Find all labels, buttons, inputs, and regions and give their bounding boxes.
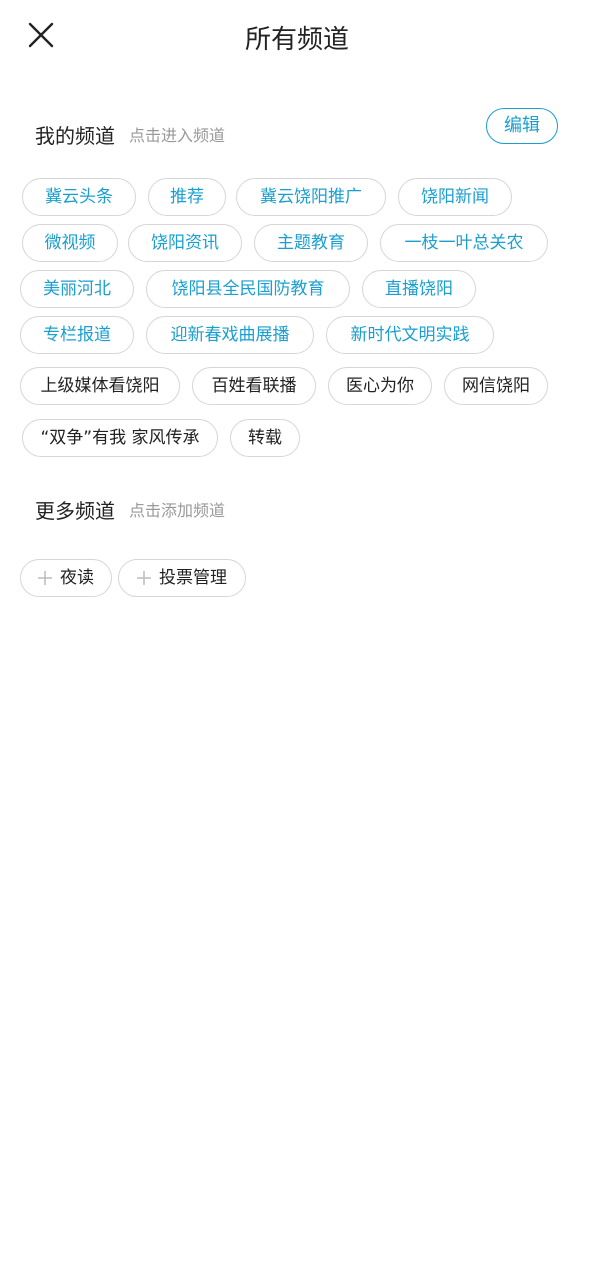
channel-chip[interactable]: 冀云头条 bbox=[22, 178, 136, 216]
channel-chip[interactable]: 直播饶阳 bbox=[362, 270, 476, 308]
add-channel-label: 投票管理 bbox=[159, 568, 227, 588]
my-channels-header: 我的频道 点击进入频道 bbox=[35, 114, 225, 154]
add-channel-chip[interactable]: 投票管理 bbox=[118, 559, 246, 597]
channel-chip[interactable]: 医心为你 bbox=[328, 367, 432, 405]
channel-chip[interactable]: 推荐 bbox=[148, 178, 226, 216]
channel-chip[interactable]: 转载 bbox=[230, 419, 300, 457]
channel-chip[interactable]: 美丽河北 bbox=[20, 270, 134, 308]
header-bar: 所有频道 bbox=[0, 0, 594, 80]
more-channels-hint: 点击添加频道 bbox=[129, 501, 226, 520]
channel-chip[interactable]: 网信饶阳 bbox=[444, 367, 548, 405]
my-channels-hint: 点击进入频道 bbox=[129, 126, 226, 145]
channel-chip[interactable]: 饶阳资讯 bbox=[128, 224, 242, 262]
add-channel-chip[interactable]: 夜读 bbox=[20, 559, 112, 597]
channel-chip[interactable]: 冀云饶阳推广 bbox=[236, 178, 386, 216]
channel-chip[interactable]: 微视频 bbox=[22, 224, 118, 262]
channel-chip[interactable]: 新时代文明实践 bbox=[326, 316, 494, 354]
more-channels-title: 更多频道 bbox=[35, 498, 115, 523]
plus-icon bbox=[137, 571, 151, 585]
channel-chip[interactable]: 饶阳新闻 bbox=[398, 178, 512, 216]
add-channel-label: 夜读 bbox=[60, 568, 94, 588]
channel-chip[interactable]: “双争”有我 家风传承 bbox=[22, 419, 218, 457]
channel-chip[interactable]: 一枝一叶总关农 bbox=[380, 224, 548, 262]
plus-icon bbox=[38, 571, 52, 585]
edit-button[interactable]: 编辑 bbox=[486, 108, 558, 144]
channel-chip[interactable]: 迎新春戏曲展播 bbox=[146, 316, 314, 354]
channel-chip[interactable]: 上级媒体看饶阳 bbox=[20, 367, 180, 405]
channel-chip[interactable]: 饶阳县全民国防教育 bbox=[146, 270, 350, 308]
channel-chip[interactable]: 主题教育 bbox=[254, 224, 368, 262]
my-channels-title: 我的频道 bbox=[35, 123, 115, 148]
channel-chip[interactable]: 百姓看联播 bbox=[192, 367, 316, 405]
page-title: 所有频道 bbox=[244, 25, 349, 55]
channel-chip[interactable]: 专栏报道 bbox=[20, 316, 134, 354]
more-channels-header: 更多频道 点击添加频道 bbox=[35, 489, 225, 529]
